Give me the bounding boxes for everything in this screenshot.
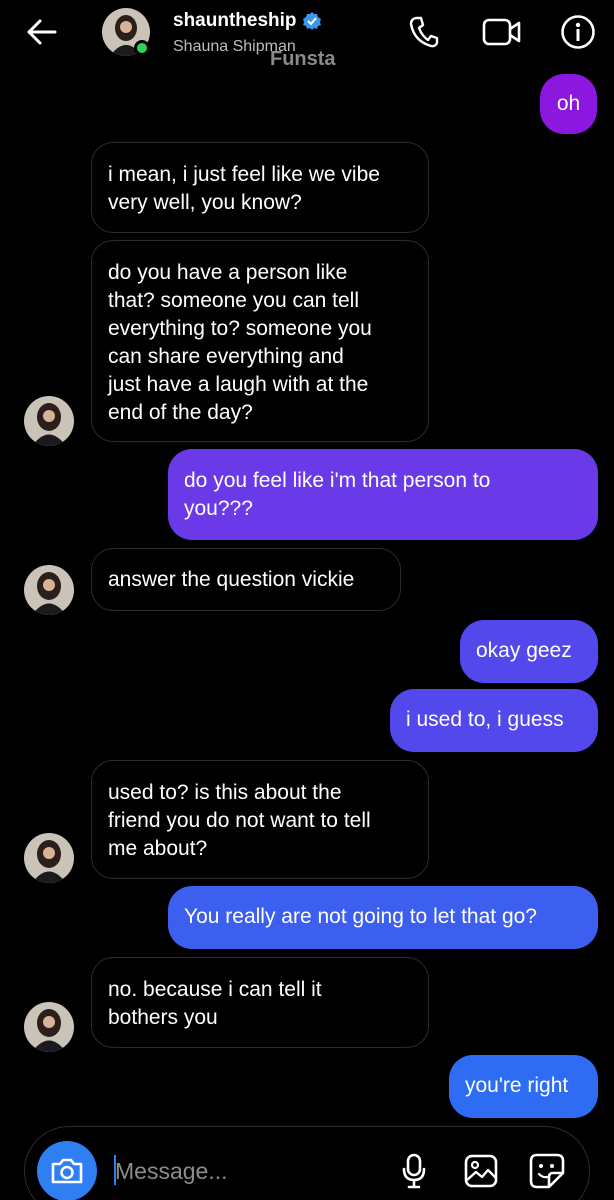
message-text: i mean, i just feel like we vibe very we… — [108, 163, 380, 214]
sent-message[interactable]: You really are not going to let that go? — [168, 886, 598, 949]
sent-message[interactable]: okay geez — [460, 620, 598, 683]
message-text: okay geez — [476, 639, 572, 662]
verified-badge-icon — [302, 12, 321, 30]
message-text: no. because i can tell it bothers you — [108, 978, 322, 1029]
message-composer — [24, 1126, 590, 1200]
received-message[interactable]: do you have a person like that? someone … — [91, 240, 429, 442]
received-message[interactable]: no. because i can tell it bothers you — [91, 957, 429, 1048]
sent-message[interactable]: oh — [540, 74, 597, 134]
contact-avatar[interactable] — [24, 565, 74, 615]
message-text: do you feel like i'm that person to you?… — [184, 469, 491, 520]
message-text: do you have a person like that? someone … — [108, 261, 372, 424]
message-text: answer the question vickie — [108, 568, 355, 591]
received-message[interactable]: used to? is this about the friend you do… — [91, 760, 429, 879]
contact-username[interactable]: shauntheship — [173, 10, 321, 32]
contact-avatar[interactable] — [24, 396, 74, 446]
message-text: i used to, i guess — [406, 708, 564, 731]
username-text: shauntheship — [173, 10, 297, 31]
gallery-icon[interactable] — [461, 1151, 501, 1191]
camera-button[interactable] — [37, 1141, 97, 1200]
sticker-icon[interactable] — [527, 1151, 567, 1191]
phone-icon[interactable] — [404, 12, 444, 52]
sent-message[interactable]: do you feel like i'm that person to you?… — [168, 449, 598, 540]
video-icon[interactable] — [482, 12, 522, 52]
microphone-icon[interactable] — [394, 1151, 434, 1191]
message-text: oh — [556, 92, 581, 115]
sent-message[interactable]: you're right — [449, 1055, 598, 1118]
received-message[interactable]: i mean, i just feel like we vibe very we… — [91, 142, 429, 233]
funsta-watermark: Funsta — [270, 48, 336, 70]
message-text: You really are not going to let that go? — [184, 905, 537, 928]
chat-header: shauntheship Shauna Shipman Funsta — [0, 0, 614, 70]
message-text: used to? is this about the friend you do… — [108, 781, 371, 860]
camera-icon — [51, 1158, 83, 1184]
back-arrow-icon[interactable] — [24, 14, 60, 50]
message-text: you're right — [465, 1074, 569, 1097]
message-input[interactable] — [115, 1151, 375, 1191]
info-icon[interactable] — [558, 12, 598, 52]
contact-avatar[interactable] — [24, 833, 74, 883]
sent-message[interactable]: i used to, i guess — [390, 689, 598, 752]
received-message[interactable]: answer the question vickie — [91, 548, 401, 611]
online-status-dot — [134, 40, 150, 56]
contact-avatar[interactable] — [24, 1002, 74, 1052]
